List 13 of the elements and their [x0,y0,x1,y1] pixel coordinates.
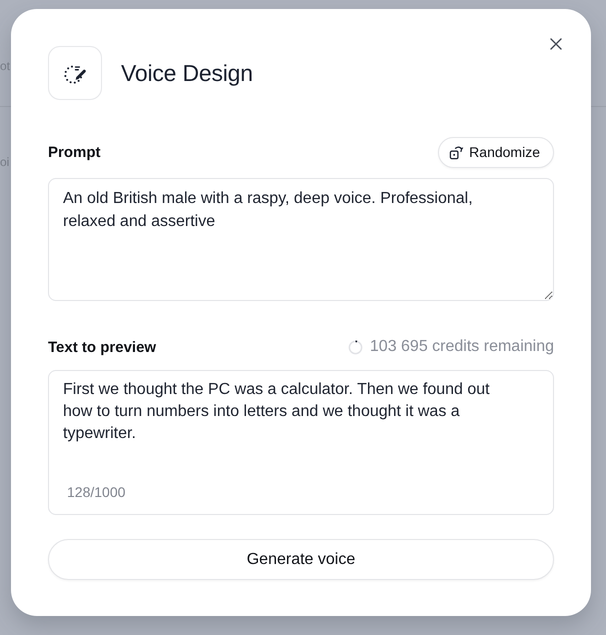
generate-voice-button[interactable]: Generate voice [48,539,554,580]
preview-text-field[interactable]: First we thought the PC was a calculator. Then we found out how to turn numbers into letters and we thought it was a typewriter. 128/1000 [48,370,554,516]
dialog-title: Voice Design [121,60,253,86]
randomize-button[interactable]: Randomize [438,136,554,168]
preview-label: Text to preview [48,338,156,356]
character-counter: 128/1000 [66,484,126,500]
progress-ring-icon [348,340,363,355]
close-icon [550,38,562,50]
prompt-field[interactable]: An old British male with a raspy, deep voice. Professional, relaxed and assertive [48,178,554,302]
credits-remaining: 103 695 credits remaining [370,338,554,356]
prompt-label: Prompt [48,144,100,161]
dotted-circle-pen-icon [48,46,102,100]
dice-icon [449,144,464,160]
